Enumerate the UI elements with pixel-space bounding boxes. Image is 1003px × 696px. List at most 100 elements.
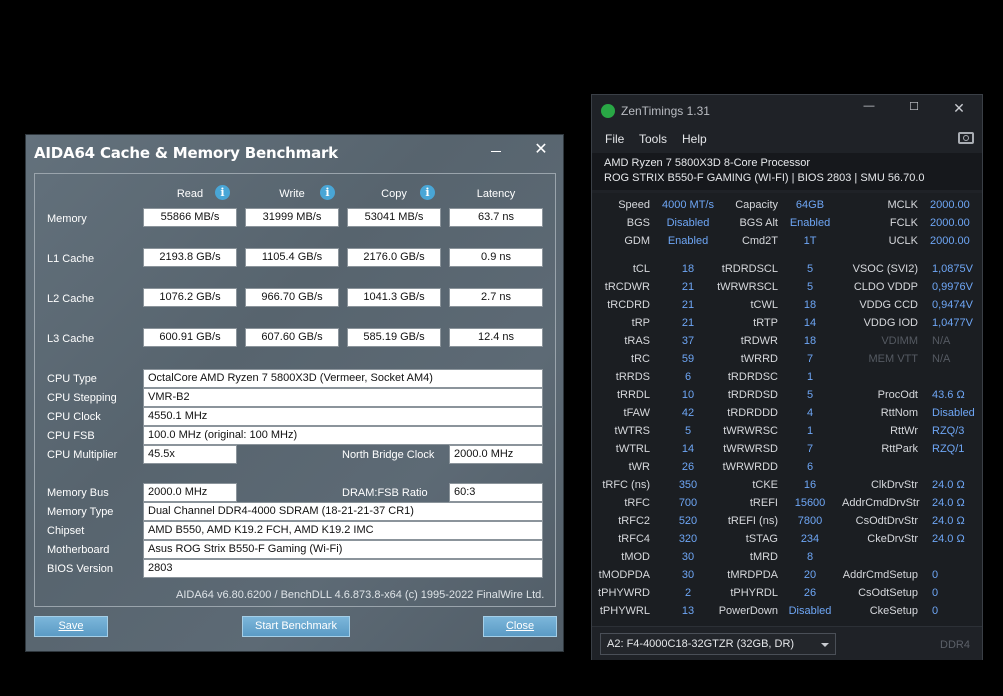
timing-label: tMRD bbox=[749, 551, 778, 563]
zentimings-window: ZenTimings 1.31 — ☐ ✕ File Tools Help AM… bbox=[591, 94, 983, 660]
result-write: 966.70 GB/s bbox=[245, 288, 339, 307]
timing-value: 37 bbox=[681, 335, 695, 347]
timing-label: tWRWRSC bbox=[723, 425, 778, 437]
timing-label: tRCDRD bbox=[607, 299, 650, 311]
timing-value: 1,0875V bbox=[932, 263, 973, 275]
summary-value: 1T bbox=[803, 235, 817, 247]
dram-fsb-value: 60:3 bbox=[449, 483, 543, 502]
timing-value: 59 bbox=[681, 353, 695, 365]
timing-value: 1,0477V bbox=[932, 317, 973, 329]
nb-clock-value: 2000.0 MHz bbox=[449, 445, 543, 464]
result-read: 600.91 GB/s bbox=[143, 328, 237, 347]
timing-value: N/A bbox=[932, 335, 951, 347]
info-icon[interactable]: i bbox=[320, 185, 335, 200]
timing-value: 24.0 Ω bbox=[932, 533, 965, 545]
timing-value: 26 bbox=[803, 587, 817, 599]
motherboard-label: Motherboard bbox=[47, 544, 110, 556]
status-bar: A2: F4-4000C18-32GTZR (32GB, DR) DDR4 bbox=[592, 626, 982, 660]
timing-label: tWRRD bbox=[740, 353, 778, 365]
minimize-button[interactable] bbox=[481, 139, 511, 163]
screenshot-camera-icon[interactable] bbox=[958, 132, 974, 144]
result-write: 1105.4 GB/s bbox=[245, 248, 339, 267]
aida64-titlebar[interactable]: AIDA64 Cache & Memory Benchmark ✕ bbox=[26, 135, 563, 167]
timing-label: tWTRS bbox=[614, 425, 650, 437]
timing-label: VDDG CCD bbox=[859, 299, 918, 311]
timing-label: tREFI bbox=[749, 497, 778, 509]
result-copy: 2176.0 GB/s bbox=[347, 248, 441, 267]
timing-label: PowerDown bbox=[718, 605, 778, 617]
close-window-button[interactable]: ✕ bbox=[944, 100, 974, 122]
timing-label: tMRDPDA bbox=[727, 569, 778, 581]
summary-label: Cmd2T bbox=[741, 235, 778, 247]
timing-value: 4 bbox=[806, 407, 814, 419]
memory-bus-value: 2000.0 MHz bbox=[143, 483, 237, 502]
cpu-stepping-value: VMR-B2 bbox=[143, 388, 543, 407]
result-read: 2193.8 GB/s bbox=[143, 248, 237, 267]
timing-label: tPHYWRD bbox=[598, 587, 650, 599]
bios-label: BIOS Version bbox=[47, 563, 114, 575]
summary-label: MCLK bbox=[887, 199, 918, 211]
cpu-type-value: OctalCore AMD Ryzen 7 5800X3D (Vermeer, … bbox=[143, 369, 543, 388]
cpu-multiplier-value: 45.5x bbox=[143, 445, 237, 464]
timing-value: 0,9976V bbox=[932, 281, 973, 293]
timing-label: tMODPDA bbox=[598, 569, 650, 581]
timing-label: CLDO VDDP bbox=[853, 281, 918, 293]
summary-label: Capacity bbox=[735, 199, 778, 211]
row-label: L2 Cache bbox=[47, 293, 95, 305]
result-latency: 2.7 ns bbox=[449, 288, 543, 307]
close-button[interactable]: Close bbox=[483, 616, 557, 637]
menu-tools[interactable]: Tools bbox=[639, 132, 667, 146]
timing-value: 6 bbox=[684, 371, 692, 383]
memory-type-value: Dual Channel DDR4-4000 SDRAM (18-21-21-3… bbox=[143, 502, 543, 521]
timing-label: tRFC4 bbox=[618, 533, 650, 545]
save-button-label: Save bbox=[58, 620, 84, 632]
timing-value: 1 bbox=[806, 371, 814, 383]
timing-label: tRCDWR bbox=[604, 281, 650, 293]
timing-label: tRTP bbox=[753, 317, 778, 329]
timing-value: 5 bbox=[684, 425, 692, 437]
timing-value: 350 bbox=[678, 479, 698, 491]
timing-value: 30 bbox=[681, 569, 695, 581]
timing-label: RttPark bbox=[881, 443, 918, 455]
save-button[interactable]: Save bbox=[34, 616, 108, 637]
timing-value: 16 bbox=[803, 479, 817, 491]
timing-label: MEM VTT bbox=[868, 353, 919, 365]
result-read: 55866 MB/s bbox=[143, 208, 237, 227]
module-select[interactable]: A2: F4-4000C18-32GTZR (32GB, DR) bbox=[600, 633, 836, 655]
timing-value: RZQ/1 bbox=[932, 443, 965, 455]
timing-label: tCWL bbox=[750, 299, 779, 311]
timing-value: 43.6 Ω bbox=[932, 389, 965, 401]
timing-value: 1 bbox=[806, 425, 814, 437]
row-label: Memory bbox=[47, 213, 87, 225]
timing-value: 20 bbox=[803, 569, 817, 581]
version-footer: AIDA64 v6.80.6200 / BenchDLL 4.6.873.8-x… bbox=[176, 589, 545, 601]
timing-value: 24.0 Ω bbox=[932, 497, 965, 509]
timing-label: tSTAG bbox=[745, 533, 778, 545]
timing-label: AddrCmdSetup bbox=[842, 569, 918, 581]
timing-value: 2 bbox=[684, 587, 692, 599]
result-write: 607.60 GB/s bbox=[245, 328, 339, 347]
start-benchmark-button[interactable]: Start Benchmark bbox=[242, 616, 350, 637]
result-latency: 12.4 ns bbox=[449, 328, 543, 347]
timing-value: 13 bbox=[681, 605, 695, 617]
start-benchmark-label: Start Benchmark bbox=[255, 620, 337, 632]
menu-file[interactable]: File bbox=[605, 132, 624, 146]
minimize-button[interactable]: — bbox=[854, 100, 884, 122]
timing-label: tRFC2 bbox=[618, 515, 650, 527]
info-icon[interactable]: i bbox=[420, 185, 435, 200]
timing-label: CkeSetup bbox=[869, 605, 918, 617]
menu-help[interactable]: Help bbox=[682, 132, 707, 146]
memory-bus-label: Memory Bus bbox=[47, 487, 109, 499]
result-copy: 585.19 GB/s bbox=[347, 328, 441, 347]
timing-label: ProcOdt bbox=[877, 389, 918, 401]
timing-label: tRDWR bbox=[740, 335, 778, 347]
timing-value: Disabled bbox=[932, 407, 975, 419]
row-label: L3 Cache bbox=[47, 333, 95, 345]
maximize-button[interactable]: ☐ bbox=[899, 100, 929, 122]
timing-value: 42 bbox=[681, 407, 695, 419]
info-icon[interactable]: i bbox=[215, 185, 230, 200]
chipset-label: Chipset bbox=[47, 525, 85, 537]
close-window-button[interactable]: ✕ bbox=[526, 139, 556, 163]
aida64-window: AIDA64 Cache & Memory Benchmark ✕ Read i… bbox=[25, 134, 564, 652]
cpu-multiplier-label: CPU Multiplier bbox=[47, 449, 118, 461]
